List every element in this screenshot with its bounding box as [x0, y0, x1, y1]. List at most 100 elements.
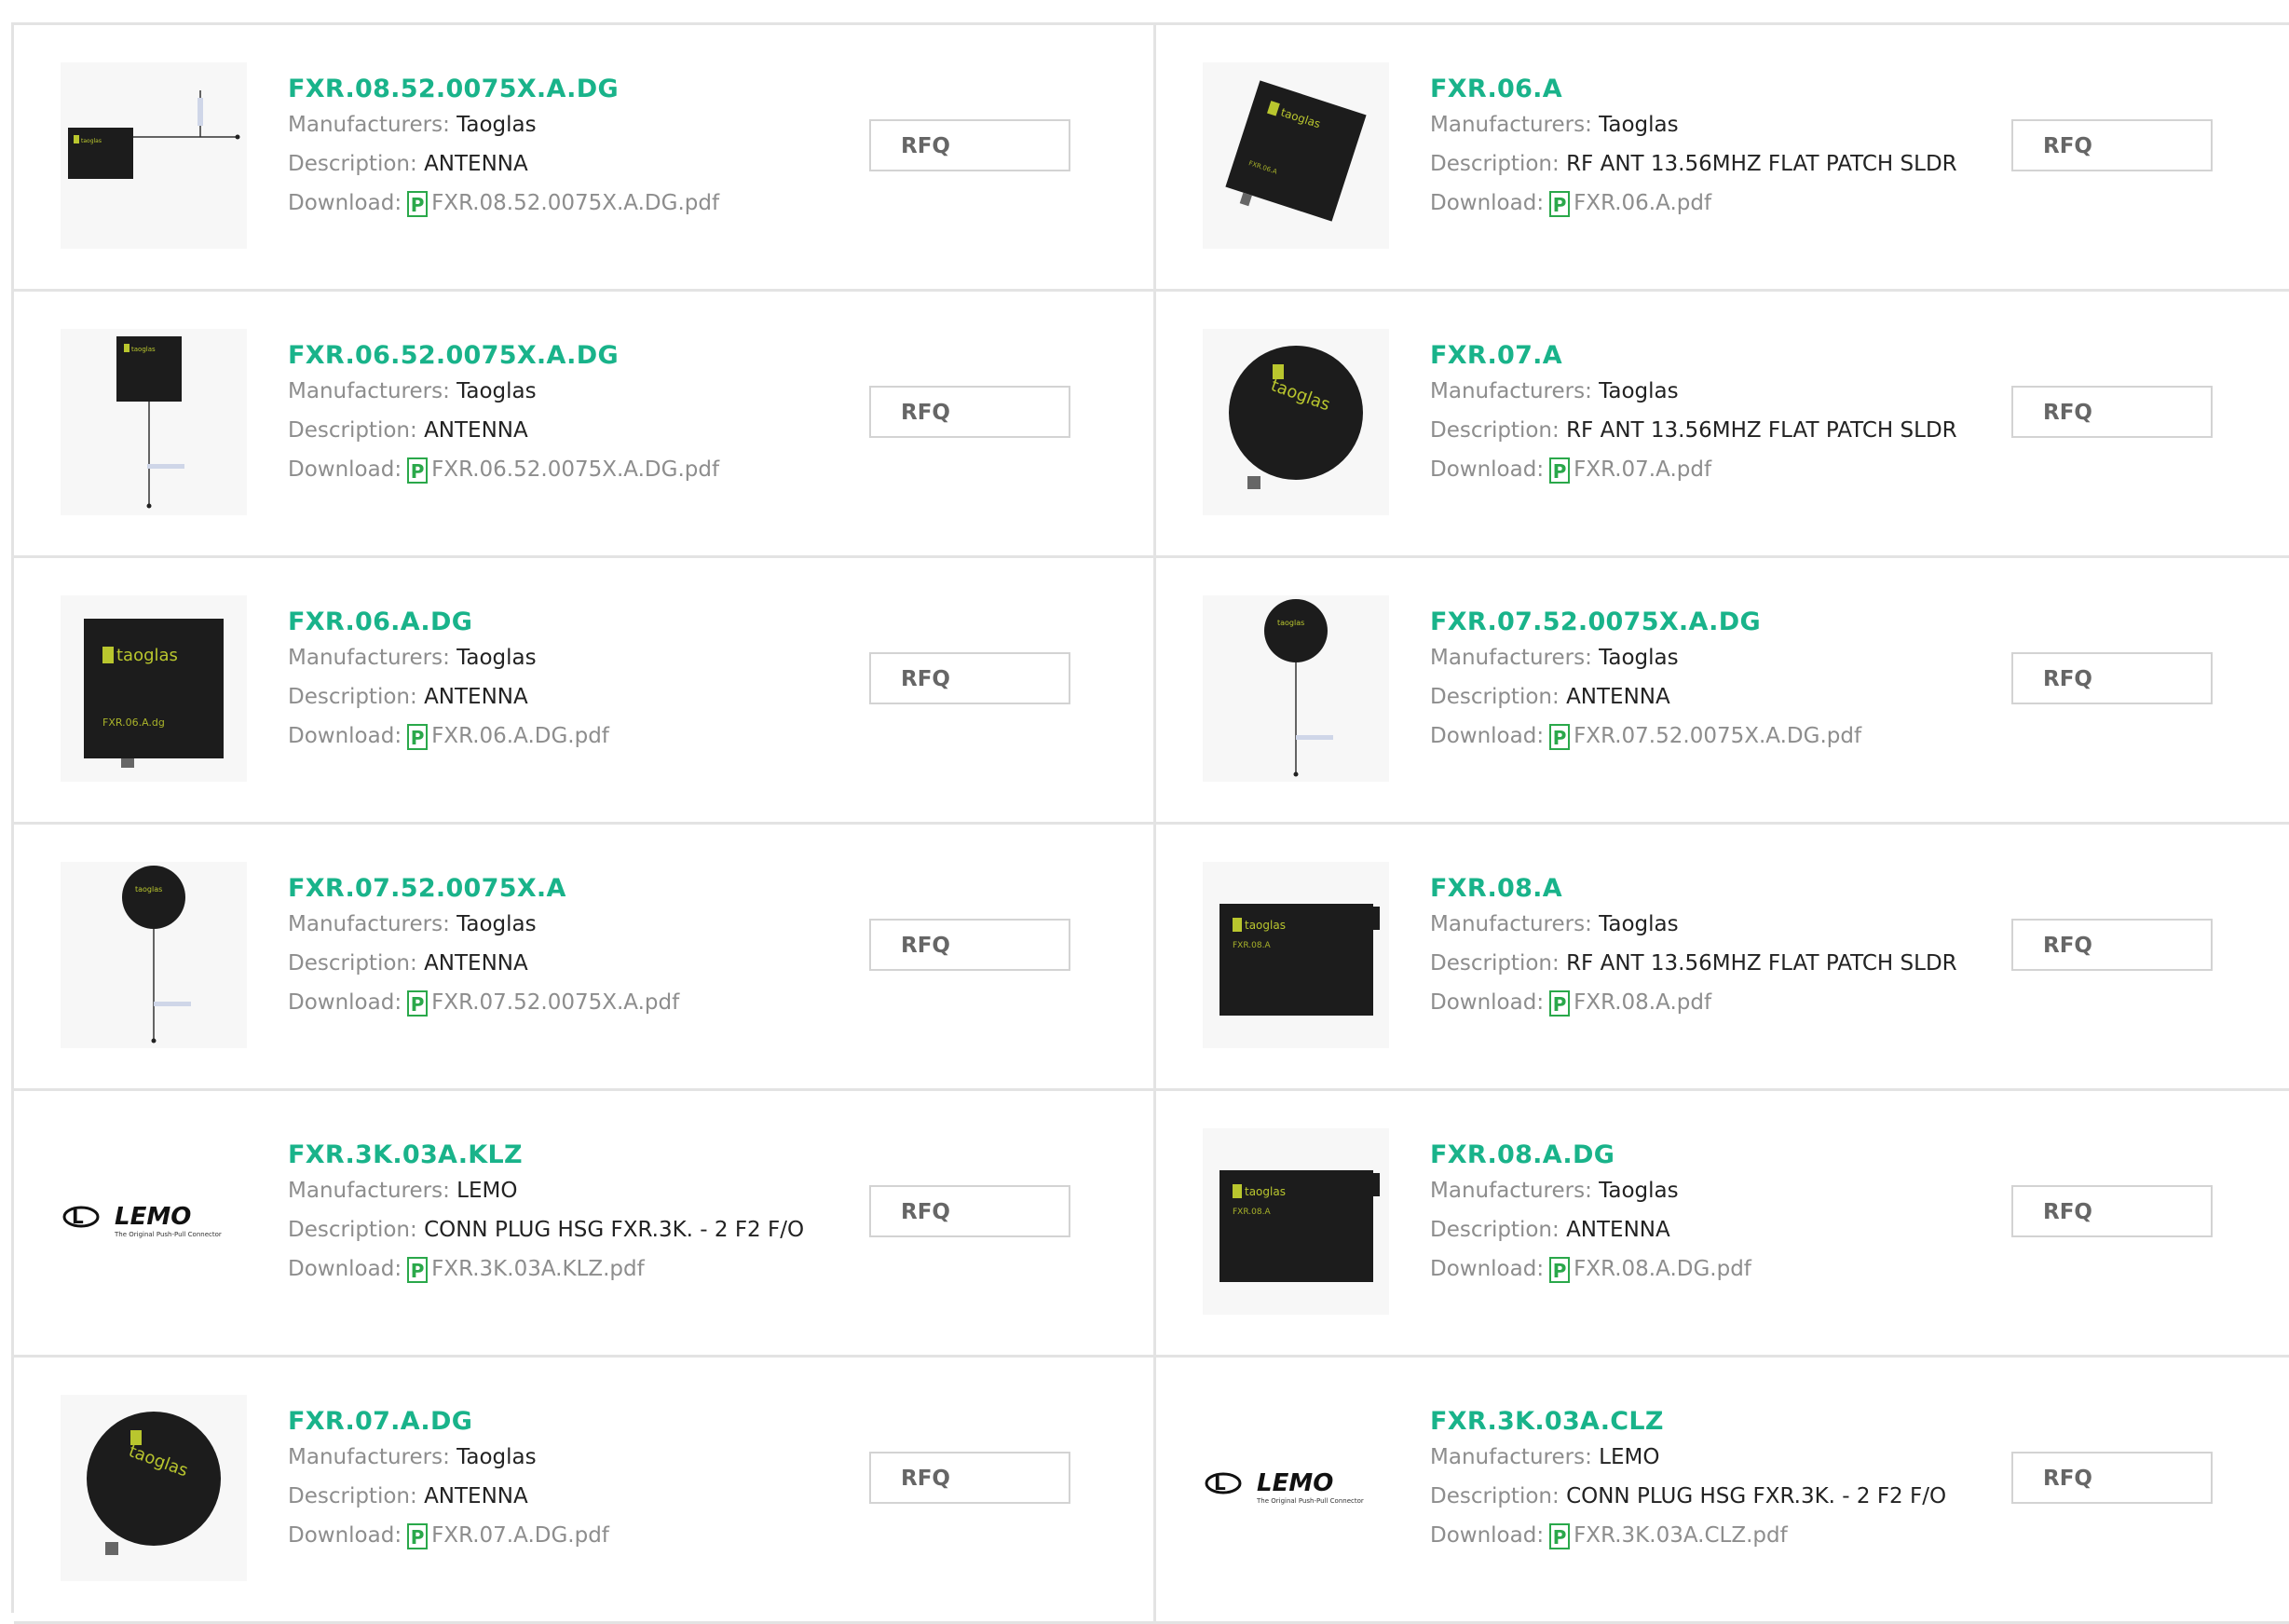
download-link[interactable]: FXR.07.52.0075X.A.DG.pdf	[1574, 724, 1861, 748]
manufacturer-value: Taoglas	[1599, 1179, 1679, 1203]
product-image[interactable]: L LEMO The Original Push-Pull Connector	[61, 1128, 247, 1315]
product-title-link[interactable]: FXR.07.A	[1430, 340, 1957, 372]
product-title-link[interactable]: FXR.07.52.0075X.A.DG	[1430, 607, 1861, 638]
download-link[interactable]: FXR.3K.03A.CLZ.pdf	[1574, 1523, 1788, 1548]
description-label: Description:	[1430, 152, 1560, 176]
description-row: Description: ANTENNA	[288, 677, 609, 716]
product-title-link[interactable]: FXR.06.A.DG	[288, 607, 609, 638]
download-link[interactable]: FXR.06.A.DG.pdf	[431, 724, 609, 748]
product-info: FXR.08.A Manufacturers: Taoglas Descript…	[1430, 873, 1957, 1022]
svg-text:The Original Push-Pull Connect: The Original Push-Pull Connector	[114, 1231, 222, 1238]
product-title-link[interactable]: FXR.08.A.DG	[1430, 1140, 1751, 1171]
download-label: Download:	[288, 457, 402, 482]
pdf-icon[interactable]: P	[407, 1256, 429, 1283]
description-row: Description: CONN PLUG HSG FXR.3K. - 2 F…	[288, 1210, 804, 1249]
svg-text:taoglas: taoglas	[1277, 619, 1304, 627]
product-title-link[interactable]: FXR.07.52.0075X.A	[288, 873, 679, 905]
product-title-link[interactable]: FXR.07.A.DG	[288, 1406, 609, 1438]
product-card: taoglas FXR.06.A.dg FXR.06.A.DG Manufactu…	[14, 558, 1156, 825]
svg-text:L: L	[72, 1206, 84, 1228]
pdf-icon[interactable]: P	[1549, 723, 1571, 750]
rfq-button[interactable]: RFQ	[869, 652, 1070, 704]
rfq-button[interactable]: RFQ	[869, 1452, 1070, 1504]
description-value: CONN PLUG HSG FXR.3K. - 2 F2 F/O	[1566, 1484, 1947, 1508]
svg-text:taoglas: taoglas	[81, 138, 102, 144]
product-image[interactable]: taoglas FXR.08.A	[1203, 862, 1389, 1048]
product-card: taoglas FXR.06.52.0075X.A.DG Manufacture…	[14, 292, 1156, 558]
download-link[interactable]: FXR.06.A.pdf	[1574, 191, 1711, 215]
manufacturer-label: Manufacturers:	[288, 113, 450, 137]
rfq-button[interactable]: RFQ	[869, 919, 1070, 971]
pdf-icon[interactable]: P	[1549, 989, 1571, 1017]
product-title-link[interactable]: FXR.3K.03A.KLZ	[288, 1140, 804, 1171]
product-title-link[interactable]: FXR.3K.03A.CLZ	[1430, 1406, 1946, 1438]
rfq-button[interactable]: RFQ	[869, 1185, 1070, 1237]
pdf-icon[interactable]: P	[1549, 1522, 1571, 1549]
manufacturer-row: Manufacturers: Taoglas	[1430, 372, 1957, 411]
product-title-link[interactable]: FXR.06.52.0075X.A.DG	[288, 340, 719, 372]
rfq-button[interactable]: RFQ	[869, 119, 1070, 171]
download-link[interactable]: FXR.08.A.DG.pdf	[1574, 1257, 1751, 1281]
pdf-icon[interactable]: P	[407, 723, 429, 750]
product-image-graphic: taoglas FXR.08.A	[1219, 1170, 1380, 1282]
download-row: Download: P FXR.07.A.DG.pdf	[288, 1516, 609, 1555]
rfq-button[interactable]: RFQ	[2011, 386, 2213, 438]
rfq-button[interactable]: RFQ	[869, 386, 1070, 438]
description-label: Description:	[1430, 1484, 1560, 1508]
download-row: Download: P FXR.07.A.pdf	[1430, 450, 1957, 489]
description-value: RF ANT 13.56MHZ FLAT PATCH SLDR	[1566, 418, 1957, 443]
download-link[interactable]: FXR.3K.03A.KLZ.pdf	[431, 1257, 645, 1281]
rfq-button[interactable]: RFQ	[2011, 652, 2213, 704]
product-card: taoglas FXR.08.A FXR.08.A.DG Manufacturer…	[1156, 1091, 2289, 1358]
rfq-button[interactable]: RFQ	[2011, 1185, 2213, 1237]
download-link[interactable]: FXR.08.A.pdf	[1574, 990, 1711, 1015]
download-label: Download:	[1430, 1523, 1545, 1548]
product-image[interactable]: taoglas	[61, 62, 247, 249]
product-card: L LEMO The Original Push-Pull Connector FX…	[14, 1091, 1156, 1358]
product-image[interactable]: taoglas	[1203, 329, 1389, 515]
pdf-icon[interactable]: P	[407, 457, 429, 484]
product-image[interactable]: L LEMO The Original Push-Pull Connector	[1203, 1395, 1389, 1581]
product-image[interactable]: taoglas	[1203, 595, 1389, 782]
product-image[interactable]: taoglas	[61, 329, 247, 515]
product-info: FXR.07.A Manufacturers: Taoglas Descript…	[1430, 340, 1957, 489]
description-row: Description: RF ANT 13.56MHZ FLAT PATCH …	[1430, 944, 1957, 983]
product-image-graphic: taoglas FXR.08.A	[1219, 904, 1380, 1016]
download-link[interactable]: FXR.07.A.pdf	[1574, 457, 1711, 482]
pdf-icon[interactable]: P	[407, 989, 429, 1017]
product-title-link[interactable]: FXR.08.A	[1430, 873, 1957, 905]
download-label: Download:	[1430, 990, 1545, 1015]
product-title-link[interactable]: FXR.08.52.0075X.A.DG	[288, 74, 719, 105]
pdf-icon[interactable]: P	[1549, 1256, 1571, 1283]
product-title-link[interactable]: FXR.06.A	[1430, 74, 1957, 105]
manufacturer-value: Taoglas	[456, 646, 537, 670]
manufacturer-label: Manufacturers:	[1430, 646, 1592, 670]
rfq-button[interactable]: RFQ	[2011, 1452, 2213, 1504]
download-link[interactable]: FXR.07.A.DG.pdf	[431, 1523, 609, 1548]
product-info: FXR.07.A.DG Manufacturers: Taoglas Descr…	[288, 1406, 609, 1555]
pdf-icon[interactable]: P	[1549, 457, 1571, 484]
product-card: taoglas FXR.06.A FXR.06.A Manufacturers: …	[1156, 25, 2289, 292]
description-label: Description:	[288, 685, 417, 709]
product-image[interactable]: taoglas	[61, 1395, 247, 1581]
product-card: taoglas FXR.07.A Manufacturers: Taoglas …	[1156, 292, 2289, 558]
pdf-icon[interactable]: P	[407, 190, 429, 217]
svg-text:taoglas: taoglas	[116, 646, 178, 665]
product-image[interactable]: taoglas FXR.06.A	[1203, 62, 1389, 249]
product-image-graphic: taoglas	[1264, 599, 1333, 777]
download-link[interactable]: FXR.08.52.0075X.A.DG.pdf	[431, 191, 719, 215]
product-image[interactable]: taoglas FXR.08.A	[1203, 1128, 1389, 1315]
description-value: RF ANT 13.56MHZ FLAT PATCH SLDR	[1566, 152, 1957, 176]
pdf-icon[interactable]: P	[1549, 190, 1571, 217]
svg-text:FXR.08.A: FXR.08.A	[1233, 1208, 1271, 1217]
rfq-button[interactable]: RFQ	[2011, 119, 2213, 171]
product-image[interactable]: taoglas FXR.06.A.dg	[61, 595, 247, 782]
product-image-graphic: taoglas FXR.06.A.dg	[84, 619, 224, 768]
pdf-icon[interactable]: P	[407, 1522, 429, 1549]
product-image[interactable]: taoglas	[61, 862, 247, 1048]
manufacturer-row: Manufacturers: Taoglas	[288, 105, 719, 144]
description-row: Description: CONN PLUG HSG FXR.3K. - 2 F…	[1430, 1477, 1946, 1516]
download-link[interactable]: FXR.07.52.0075X.A.pdf	[431, 990, 679, 1015]
rfq-button[interactable]: RFQ	[2011, 919, 2213, 971]
download-link[interactable]: FXR.06.52.0075X.A.DG.pdf	[431, 457, 719, 482]
